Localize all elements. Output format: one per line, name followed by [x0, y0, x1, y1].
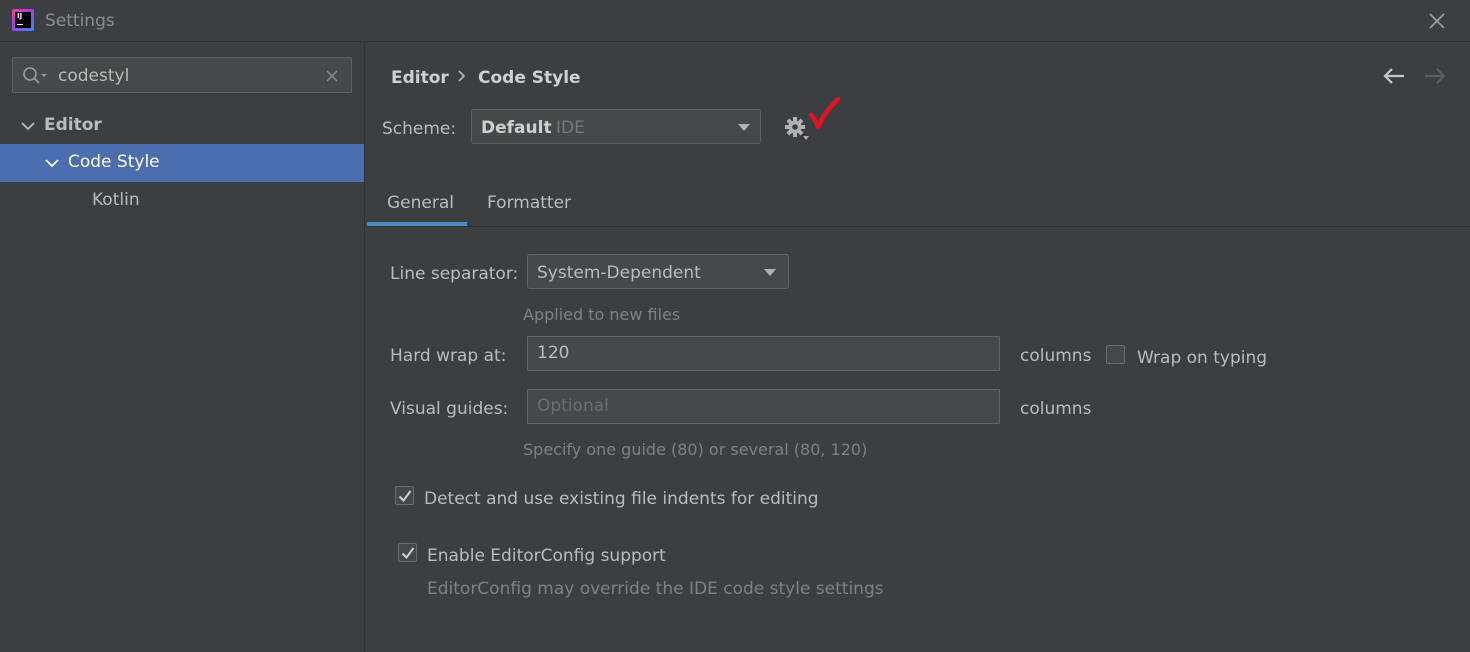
settings-sidebar: codestyl Editor Code Style Kotlin [0, 42, 364, 652]
editorconfig-label[interactable]: Enable EditorConfig support [427, 546, 666, 566]
search-input[interactable]: codestyl [12, 57, 352, 93]
dropdown-arrow-icon[interactable] [764, 269, 776, 276]
visual-guides-hint: Specify one guide (80) or several (80, 1… [523, 440, 868, 459]
detect-indents-checkbox[interactable] [395, 486, 414, 505]
tree-label-editor: Editor [44, 115, 102, 135]
checkmark-icon [398, 490, 412, 503]
tree-item-editor[interactable]: Editor [0, 107, 364, 145]
tree-item-code-style[interactable]: Code Style [0, 144, 364, 182]
visual-guides-input[interactable] [537, 396, 977, 416]
wrap-on-typing-label[interactable]: Wrap on typing [1137, 348, 1267, 368]
wrap-on-typing-checkbox[interactable] [1106, 345, 1125, 364]
breadcrumb-editor[interactable]: Editor [391, 68, 449, 88]
detect-indents-label[interactable]: Detect and use existing file indents for… [424, 489, 819, 509]
window-title: Settings [45, 11, 115, 31]
search-icon[interactable] [22, 66, 48, 86]
tab-selected-indicator [367, 222, 467, 226]
editorconfig-checkbox[interactable] [398, 543, 417, 562]
red-checkmark-icon [808, 97, 840, 130]
line-separator-label: Line separator: [390, 264, 519, 284]
hard-wrap-label: Hard wrap at: [390, 346, 507, 366]
hard-wrap-field[interactable] [527, 336, 1000, 371]
line-separator-dropdown[interactable]: System-Dependent [527, 254, 789, 289]
scheme-type: IDE [556, 118, 585, 138]
breadcrumb-separator-icon [458, 70, 466, 82]
arrow-left-icon[interactable] [1382, 66, 1406, 86]
close-icon[interactable] [1425, 9, 1449, 33]
intellij-logo-icon: IJ [12, 9, 34, 31]
tree-item-kotlin[interactable]: Kotlin [0, 182, 364, 220]
dropdown-arrow-icon[interactable] [738, 124, 750, 131]
checkmark-icon [401, 547, 415, 560]
clear-icon[interactable] [324, 68, 340, 84]
gear-icon[interactable] [784, 116, 810, 142]
line-separator-value: System-Dependent [537, 263, 701, 283]
tab-bar: General Formatter [365, 182, 1470, 227]
title-bar: IJ Settings [0, 0, 1470, 42]
breadcrumb-code-style: Code Style [478, 68, 581, 88]
scheme-label: Scheme: [382, 119, 457, 139]
settings-main-panel: Editor Code Style Scheme: Default IDE Ge… [364, 42, 1470, 652]
scheme-name: Default [481, 118, 552, 138]
scheme-dropdown[interactable]: Default IDE [471, 109, 761, 144]
hard-wrap-input[interactable] [537, 343, 977, 363]
visual-guides-units: columns [1020, 399, 1092, 419]
arrow-right-icon[interactable] [1423, 66, 1447, 86]
search-value[interactable]: codestyl [58, 66, 129, 86]
tree-label-code-style: Code Style [68, 152, 160, 172]
tab-general[interactable]: General [387, 193, 454, 213]
hard-wrap-units: columns [1020, 346, 1092, 366]
visual-guides-label: Visual guides: [390, 399, 509, 419]
chevron-down-icon[interactable] [45, 157, 59, 169]
tree-label-kotlin: Kotlin [92, 190, 140, 210]
editorconfig-hint: EditorConfig may override the IDE code s… [427, 579, 884, 599]
chevron-down-icon[interactable] [21, 120, 35, 132]
visual-guides-field[interactable] [527, 389, 1000, 424]
line-separator-hint: Applied to new files [523, 305, 681, 324]
tab-formatter[interactable]: Formatter [487, 193, 571, 213]
